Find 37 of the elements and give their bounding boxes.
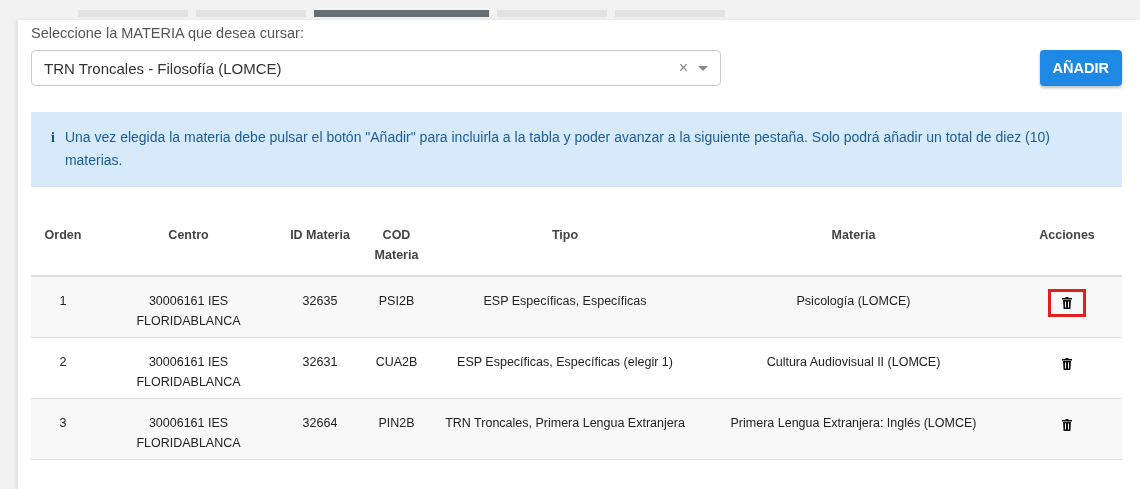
table-cell-text: Primera Lengua Extranjera: Inglés (LOMCE) (729, 415, 978, 432)
trash-icon (1062, 419, 1072, 431)
caret-icon (698, 65, 708, 71)
table-cell-text: TRN Troncales, Primera Lengua Extranjera (444, 415, 686, 432)
subject-select[interactable]: TRN Troncales - Filosofía (LOMCE) × (31, 50, 721, 86)
table-cell-text: 3 (58, 415, 68, 432)
column-header: ID Materia (289, 227, 351, 244)
table-cell-text: 32631 (301, 354, 339, 371)
table-cell-text: 1 (58, 293, 68, 310)
table-cell-text: 32635 (301, 293, 339, 310)
alert-text: Una vez elegida la materia debe pulsar el botón "Añadir" para incluirla a la tabla y poder avanzar a la siguiente pestaña. Solo podrá añadir un total de diez (10) materias. (64, 128, 1051, 170)
delete-button[interactable] (1048, 289, 1086, 317)
table-cell-text: 30006161 IES FLORIDABLANCA (135, 415, 242, 452)
column-header: Centro (167, 227, 210, 244)
trash-icon (1062, 297, 1072, 309)
column-header: COD Materia (373, 227, 420, 264)
table-cell-text: 2 (58, 354, 68, 371)
table-cell-text: PIN2B (377, 415, 416, 432)
table-cell-text: 30006161 IES FLORIDABLANCA (135, 293, 242, 330)
table-cell-text: Cultura Audiovisual II (LOMCE) (765, 354, 942, 371)
add-button[interactable]: AÑADIR (1039, 50, 1122, 86)
clear-button[interactable]: × (678, 59, 688, 77)
column-header: Materia (830, 227, 877, 244)
table-cell-text: ESP Específicas, Específicas (elegir 1) (456, 354, 674, 371)
info-icon: i (51, 126, 55, 172)
table-cell-text: ESP Específicas, Específicas (482, 293, 648, 310)
column-header: Tipo (550, 227, 580, 244)
table-cell-text: 32664 (301, 415, 339, 432)
table-cell-text: PSI2B (377, 293, 416, 310)
column-header: Acciones (1038, 227, 1096, 244)
table-cell-text: CUA2B (374, 354, 419, 371)
table-cell-text: Psicología (LOMCE) (795, 293, 912, 310)
tab[interactable] (314, 10, 489, 17)
trash-icon (1062, 358, 1072, 370)
field-label: Seleccione la MATERIA que desea cursar: (31, 25, 305, 41)
column-header: Orden (43, 227, 83, 244)
table-cell-text: 30006161 IES FLORIDABLANCA (135, 354, 242, 391)
